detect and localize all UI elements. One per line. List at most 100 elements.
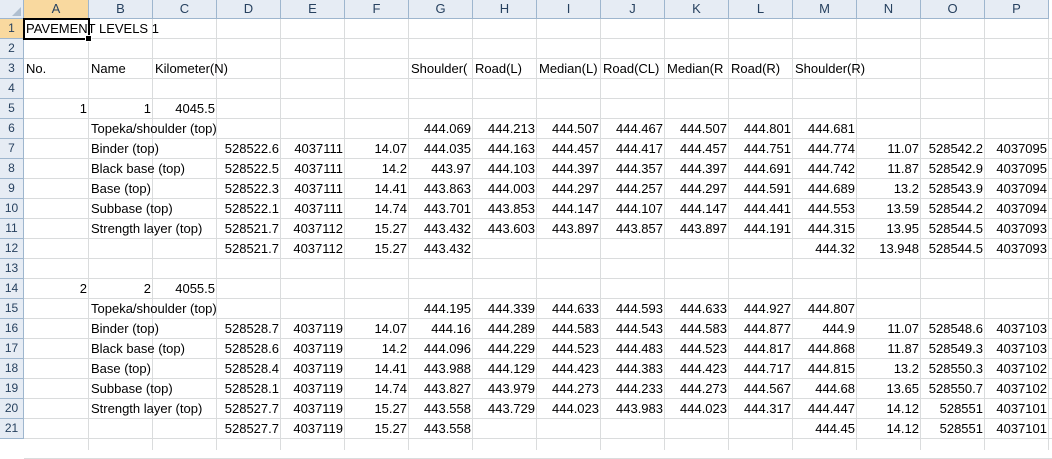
cell-f7[interactable]: 14.07 [345, 139, 409, 159]
cell-d11[interactable]: 528521.7 [217, 219, 281, 239]
cell-l3[interactable]: Road(R) [729, 59, 793, 79]
cell-m10[interactable]: 444.553 [793, 199, 857, 219]
cell-g18[interactable]: 443.988 [409, 359, 473, 379]
cell-c5[interactable]: 4045.5 [153, 99, 217, 119]
cell-a14[interactable]: 2 [24, 279, 89, 299]
cell-g21[interactable]: 443.558 [409, 419, 473, 439]
column-header-o[interactable]: O [921, 0, 985, 19]
cell-o16[interactable]: 528548.6 [921, 319, 985, 339]
cell-l10[interactable]: 444.441 [729, 199, 793, 219]
cell-m16[interactable]: 444.9 [793, 319, 857, 339]
row-header-2[interactable]: 2 [0, 39, 24, 59]
cell-m18[interactable]: 444.815 [793, 359, 857, 379]
column-header-c[interactable]: C [153, 0, 217, 19]
column-header-a[interactable]: A [24, 0, 89, 19]
row-header-13[interactable]: 13 [0, 259, 24, 279]
cell-d7[interactable]: 528522.6 [217, 139, 281, 159]
cell-m11[interactable]: 444.315 [793, 219, 857, 239]
cell-f16[interactable]: 14.07 [345, 319, 409, 339]
cell-h16[interactable]: 444.289 [473, 319, 537, 339]
row-header-19[interactable]: 19 [0, 379, 24, 399]
cell-e9[interactable]: 4037111 [281, 179, 345, 199]
cell-k17[interactable]: 444.523 [665, 339, 729, 359]
cell-n21[interactable]: 14.12 [857, 419, 921, 439]
cell-c3[interactable]: Kilometer(N) [153, 59, 228, 79]
cell-i18[interactable]: 444.423 [537, 359, 601, 379]
cell-d12[interactable]: 528521.7 [217, 239, 281, 259]
cell-f17[interactable]: 14.2 [345, 339, 409, 359]
column-header-p[interactable]: P [985, 0, 1049, 19]
cell-k10[interactable]: 444.147 [665, 199, 729, 219]
cell-j6[interactable]: 444.467 [601, 119, 665, 139]
row-header-8[interactable]: 8 [0, 159, 24, 179]
cell-m8[interactable]: 444.742 [793, 159, 857, 179]
cell-j19[interactable]: 444.233 [601, 379, 665, 399]
column-header-e[interactable]: E [281, 0, 345, 19]
column-header-b[interactable]: B [89, 0, 153, 19]
cell-k15[interactable]: 444.633 [665, 299, 729, 319]
cell-n17[interactable]: 11.87 [857, 339, 921, 359]
cell-l18[interactable]: 444.717 [729, 359, 793, 379]
cell-e20[interactable]: 4037119 [281, 399, 345, 419]
cell-f18[interactable]: 14.41 [345, 359, 409, 379]
cell-p8[interactable]: 4037095 [985, 159, 1049, 179]
cell-n11[interactable]: 13.95 [857, 219, 921, 239]
cell-f10[interactable]: 14.74 [345, 199, 409, 219]
cell-n18[interactable]: 13.2 [857, 359, 921, 379]
row-header-7[interactable]: 7 [0, 139, 24, 159]
cell-b19[interactable]: Subbase (top) [89, 379, 173, 399]
cell-g3[interactable]: Shoulder( [409, 59, 473, 79]
cell-n20[interactable]: 14.12 [857, 399, 921, 419]
row-header-6[interactable]: 6 [0, 119, 24, 139]
cell-k8[interactable]: 444.397 [665, 159, 729, 179]
cell-h17[interactable]: 444.229 [473, 339, 537, 359]
cell-b10[interactable]: Subbase (top) [89, 199, 173, 219]
cell-i11[interactable]: 443.897 [537, 219, 601, 239]
cell-e18[interactable]: 4037119 [281, 359, 345, 379]
cell-h6[interactable]: 444.213 [473, 119, 537, 139]
cell-h11[interactable]: 443.603 [473, 219, 537, 239]
cell-b8[interactable]: Black base (top) [89, 159, 185, 179]
cell-b18[interactable]: Base (top) [89, 359, 153, 379]
row-header-14[interactable]: 14 [0, 279, 24, 299]
cell-b6[interactable]: Topeka/shoulder (top) [89, 119, 217, 139]
cell-l9[interactable]: 444.591 [729, 179, 793, 199]
cell-h10[interactable]: 443.853 [473, 199, 537, 219]
cell-e8[interactable]: 4037111 [281, 159, 345, 179]
cell-k19[interactable]: 444.273 [665, 379, 729, 399]
cell-k7[interactable]: 444.457 [665, 139, 729, 159]
cell-j18[interactable]: 444.383 [601, 359, 665, 379]
cell-l15[interactable]: 444.927 [729, 299, 793, 319]
cell-l8[interactable]: 444.691 [729, 159, 793, 179]
row-header-1[interactable]: 1 [0, 19, 24, 39]
cell-i10[interactable]: 444.147 [537, 199, 601, 219]
cell-f12[interactable]: 15.27 [345, 239, 409, 259]
cell-l17[interactable]: 444.817 [729, 339, 793, 359]
cell-b3[interactable]: Name [89, 59, 153, 79]
cell-k3[interactable]: Median(R [665, 59, 729, 79]
cell-h18[interactable]: 444.129 [473, 359, 537, 379]
cell-n10[interactable]: 13.59 [857, 199, 921, 219]
cell-j15[interactable]: 444.593 [601, 299, 665, 319]
cell-n12[interactable]: 13.948 [857, 239, 921, 259]
cell-l6[interactable]: 444.801 [729, 119, 793, 139]
cell-g12[interactable]: 443.432 [409, 239, 473, 259]
cell-o9[interactable]: 528543.9 [921, 179, 985, 199]
cell-k11[interactable]: 443.897 [665, 219, 729, 239]
cell-e12[interactable]: 4037112 [281, 239, 345, 259]
cell-l16[interactable]: 444.877 [729, 319, 793, 339]
row-header-18[interactable]: 18 [0, 359, 24, 379]
cell-p18[interactable]: 4037102 [985, 359, 1049, 379]
row-header-20[interactable]: 20 [0, 399, 24, 419]
cell-m6[interactable]: 444.681 [793, 119, 857, 139]
cell-l19[interactable]: 444.567 [729, 379, 793, 399]
row-header-3[interactable]: 3 [0, 59, 24, 79]
cell-n16[interactable]: 11.07 [857, 319, 921, 339]
column-header-d[interactable]: D [217, 0, 281, 19]
cell-b5[interactable]: 1 [89, 99, 153, 119]
cell-e21[interactable]: 4037119 [281, 419, 345, 439]
cell-d18[interactable]: 528528.4 [217, 359, 281, 379]
cell-i3[interactable]: Median(L) [537, 59, 601, 79]
cell-f19[interactable]: 14.74 [345, 379, 409, 399]
cell-k18[interactable]: 444.423 [665, 359, 729, 379]
